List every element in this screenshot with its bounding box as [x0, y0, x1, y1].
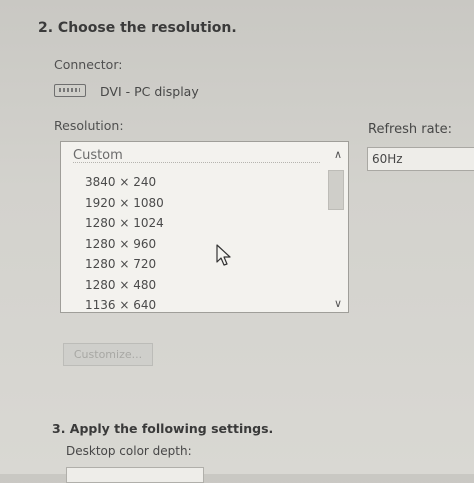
refresh-rate-label: Refresh rate: [368, 122, 453, 137]
refresh-rate-select[interactable]: 60Hz [367, 147, 474, 171]
resolution-option[interactable]: 1136 × 640 [85, 295, 164, 312]
color-depth-label: Desktop color depth: [66, 444, 192, 458]
resolution-option[interactable]: 1280 × 1024 [85, 213, 164, 234]
chevron-down-icon[interactable]: ∨ [334, 297, 342, 310]
connector-name: DVI - PC display [100, 84, 199, 99]
resolution-option[interactable]: 1280 × 480 [85, 275, 164, 296]
resolution-listbox[interactable]: Custom 3840 × 240 1920 × 1080 1280 × 102… [60, 141, 349, 313]
resolution-option[interactable]: 1280 × 720 [85, 254, 164, 275]
mouse-pointer-icon [216, 244, 234, 272]
group-divider [73, 162, 320, 163]
scrollbar-thumb[interactable] [328, 170, 344, 210]
resolution-option[interactable]: 1280 × 960 [85, 234, 164, 255]
section-heading-apply-settings: 3. Apply the following settings. [52, 421, 274, 436]
section-heading-choose-resolution: 2. Choose the resolution. [38, 20, 237, 36]
resolution-label: Resolution: [54, 118, 124, 133]
color-depth-select[interactable] [66, 467, 204, 483]
resolution-list: 3840 × 240 1920 × 1080 1280 × 1024 1280 … [85, 172, 164, 312]
resolution-group-custom: Custom [73, 148, 123, 163]
customize-button[interactable]: Customize... [63, 343, 153, 366]
resolution-option[interactable]: 1920 × 1080 [85, 193, 164, 214]
connector-label: Connector: [54, 57, 123, 72]
dvi-connector-icon [54, 84, 86, 97]
resolution-option[interactable]: 3840 × 240 [85, 172, 164, 193]
chevron-up-icon[interactable]: ∧ [334, 148, 342, 161]
